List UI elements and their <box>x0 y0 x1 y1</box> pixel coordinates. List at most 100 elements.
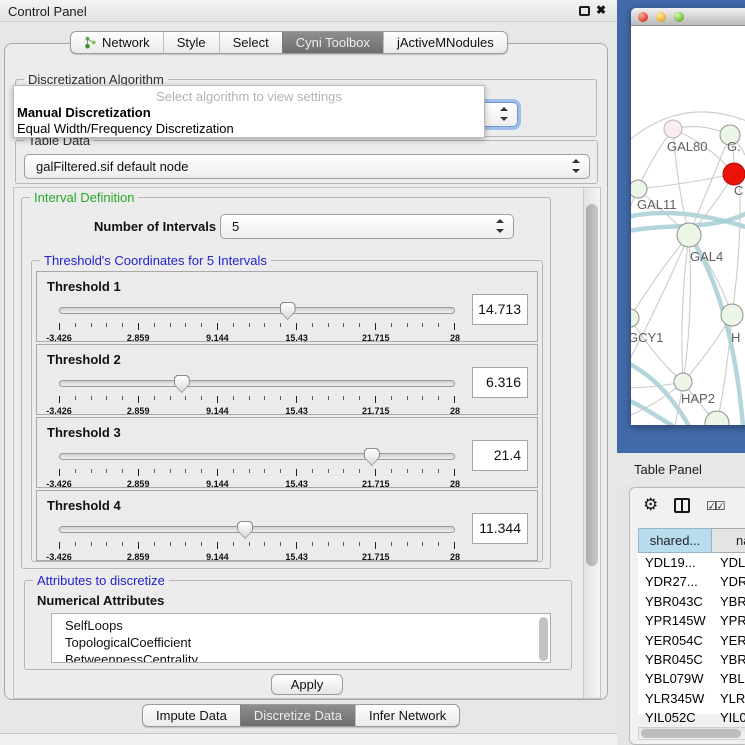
threshold-slider[interactable]: -3.4262.8599.14415.4321.71528 <box>59 302 455 342</box>
threshold-value-field[interactable]: 11.344 <box>472 513 528 544</box>
threshold-value-field[interactable]: 21.4 <box>472 440 528 471</box>
slider-track[interactable] <box>59 380 455 387</box>
table-row[interactable]: YIL052CYIL05 <box>638 708 745 726</box>
threshold-slider[interactable]: -3.4262.8599.14415.4321.71528 <box>59 375 455 415</box>
float-window-icon[interactable] <box>579 6 590 16</box>
cell-name[interactable]: YER05 <box>712 631 745 650</box>
slider-track[interactable] <box>59 453 455 460</box>
tick-mark <box>217 396 218 403</box>
slider-thumb-icon[interactable] <box>364 448 380 466</box>
bottom-tab-bar: Impute DataDiscretize DataInfer Network <box>142 704 460 727</box>
list-item[interactable]: BetweennessCentrality <box>52 651 550 663</box>
tab-jactivemnodules[interactable]: jActiveMNodules <box>383 32 507 53</box>
node-table: shared... na YDL19...YDL19YDR27...YDR27Y… <box>638 528 745 714</box>
node-HAP2[interactable] <box>674 373 692 391</box>
tick-mark <box>280 396 281 400</box>
node-H[interactable] <box>721 304 743 326</box>
node-red[interactable] <box>723 163 745 185</box>
tab-cyni-toolbox[interactable]: Cyni Toolbox <box>282 32 383 53</box>
tab-network[interactable]: Network <box>71 32 163 53</box>
cell-shared-name[interactable]: YPR145W <box>638 611 712 630</box>
table-row[interactable]: YDL19...YDL19 <box>638 553 745 572</box>
threshold-slider[interactable]: -3.4262.8599.14415.4321.71528 <box>59 448 455 488</box>
cell-name[interactable]: YBR04 <box>712 650 745 669</box>
table-row[interactable]: YBL079WYBL07 <box>638 669 745 688</box>
tick-mark <box>375 396 376 403</box>
tick-mark <box>233 396 234 400</box>
table-panel-card: ⚙ ☑☑ shared... na YDL19...YDL19YDR27...Y… <box>629 487 745 745</box>
column-header-name[interactable]: na <box>712 528 745 553</box>
slider-thumb-icon[interactable] <box>280 302 296 320</box>
node-GAL11[interactable] <box>631 180 647 198</box>
split-columns-icon[interactable] <box>674 498 690 513</box>
number-of-intervals-combobox[interactable]: 5 <box>220 214 514 239</box>
cell-shared-name[interactable]: YBR045C <box>638 650 712 669</box>
slider-track[interactable] <box>59 307 455 314</box>
list-scrollbar-thumb[interactable] <box>539 617 548 661</box>
cell-name[interactable]: YDR27 <box>712 572 745 591</box>
tab-style[interactable]: Style <box>163 32 219 53</box>
tab-discretize-data[interactable]: Discretize Data <box>240 705 355 726</box>
cell-shared-name[interactable]: YER054C <box>638 631 712 650</box>
tick-label: -3.426 <box>46 552 72 562</box>
table-data-combobox[interactable]: galFiltered.sif default node <box>24 154 590 179</box>
tick-mark <box>138 542 139 549</box>
cell-shared-name[interactable]: YIL052C <box>638 708 712 726</box>
threshold-value-field[interactable]: 14.713 <box>472 294 528 325</box>
slider-thumb-icon[interactable] <box>174 375 190 393</box>
network-edge[interactable] <box>682 235 689 382</box>
table-row[interactable]: YLR345WYLR34 <box>638 689 745 708</box>
settings-gear-icon[interactable]: ⚙ <box>643 495 658 515</box>
slider-track[interactable] <box>59 526 455 533</box>
table-row[interactable]: YDR27...YDR27 <box>638 572 745 591</box>
network-edge-thick[interactable] <box>631 398 673 425</box>
close-traffic-light-icon[interactable] <box>638 12 648 22</box>
column-header-shared[interactable]: shared... <box>638 528 712 553</box>
tab-select[interactable]: Select <box>219 32 282 53</box>
list-item[interactable]: SelfLoops <box>52 617 550 634</box>
cell-shared-name[interactable]: YDL19... <box>638 553 712 572</box>
node-GCY1[interactable] <box>631 309 639 327</box>
cell-name[interactable]: YPR14 <box>712 611 745 630</box>
cell-shared-name[interactable]: YLR345W <box>638 689 712 708</box>
network-edge[interactable] <box>631 235 689 318</box>
node-GAL80[interactable] <box>664 120 682 138</box>
cell-shared-name[interactable]: YDR27... <box>638 572 712 591</box>
list-item[interactable]: TopologicalCoefficient <box>52 634 550 651</box>
threshold-value-field[interactable]: 6.316 <box>472 367 528 398</box>
tick-mark <box>59 396 60 403</box>
slider-thumb-icon[interactable] <box>237 521 253 539</box>
table-row[interactable]: YBR043CYBR04 <box>638 592 745 611</box>
horizontal-scrollbar-thumb[interactable] <box>641 729 741 738</box>
close-icon[interactable]: ✖ <box>596 3 606 17</box>
table-row[interactable]: YBR045CYBR04 <box>638 650 745 669</box>
cell-name[interactable]: YBL07 <box>712 669 745 688</box>
control-panel-titlebar: Control Panel ✖ <box>0 0 617 22</box>
numerical-attributes-list[interactable]: SelfLoopsTopologicalCoefficientBetweenne… <box>51 613 551 663</box>
threshold-slider[interactable]: -3.4262.8599.14415.4321.71528 <box>59 521 455 561</box>
table-row[interactable]: YPR145WYPR14 <box>638 611 745 630</box>
network-edge[interactable] <box>638 174 734 189</box>
horizontal-scrollbar[interactable] <box>638 727 745 740</box>
apply-button[interactable]: Apply <box>271 674 343 695</box>
network-canvas[interactable]: GAL80G.CGAL11GAL4GCY1HHAP2 <box>631 26 745 425</box>
network-edge[interactable] <box>638 129 673 189</box>
cell-name[interactable]: YDL19 <box>712 553 745 572</box>
menu-item-manual-discretization[interactable]: Manual Discretization <box>17 105 151 120</box>
select-columns-icon[interactable]: ☑☑ <box>706 499 724 513</box>
cell-name[interactable]: YLR34 <box>712 689 745 708</box>
network-edge[interactable] <box>631 318 683 382</box>
cell-name[interactable]: YIL05 <box>712 708 745 726</box>
cell-name[interactable]: YBR04 <box>712 592 745 611</box>
node-GAL4[interactable] <box>677 223 701 247</box>
menu-item-equal-width-frequency[interactable]: Equal Width/Frequency Discretization <box>17 121 234 136</box>
minimize-traffic-light-icon[interactable] <box>656 12 666 22</box>
vertical-scrollbar[interactable] <box>583 188 600 698</box>
tab-impute-data[interactable]: Impute Data <box>143 705 240 726</box>
vertical-scrollbar-thumb[interactable] <box>586 204 598 566</box>
tab-infer-network[interactable]: Infer Network <box>355 705 459 726</box>
cell-shared-name[interactable]: YBL079W <box>638 669 712 688</box>
cell-shared-name[interactable]: YBR043C <box>638 592 712 611</box>
table-row[interactable]: YER054CYER05 <box>638 631 745 650</box>
zoom-traffic-light-icon[interactable] <box>674 12 684 22</box>
